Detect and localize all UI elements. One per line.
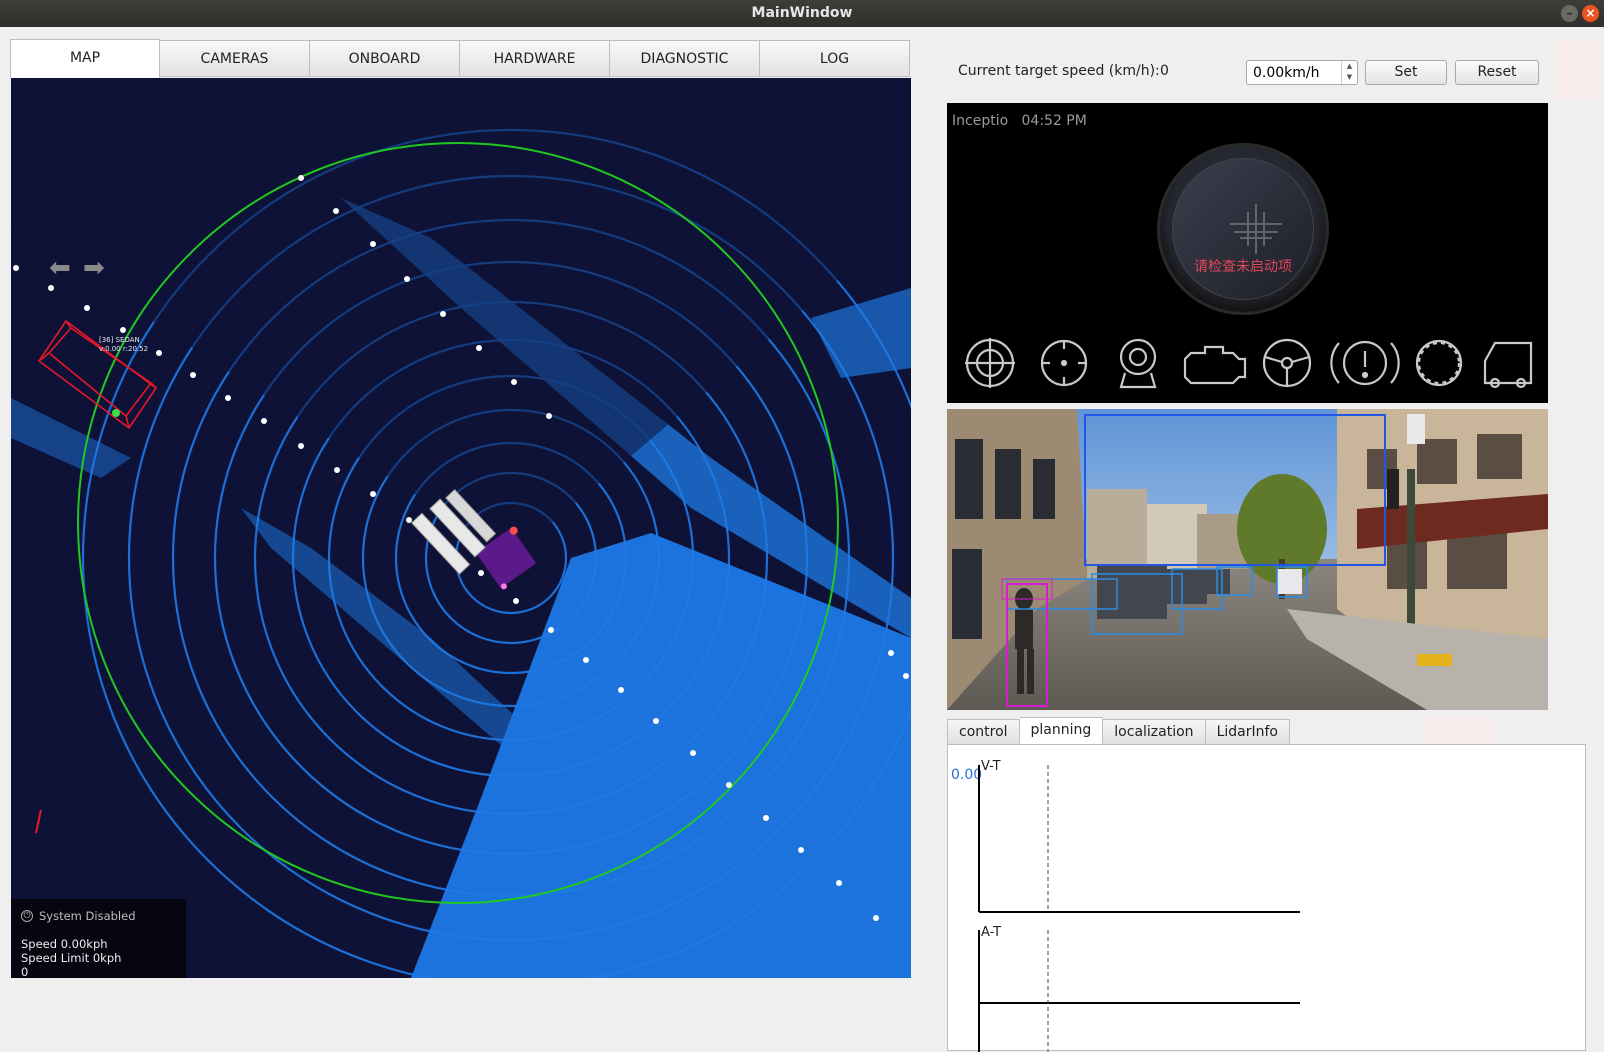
radar-icon: [965, 338, 1015, 388]
map-view[interactable]: ⬅ ➡ [36] SEDAN v:0.00 r:20.52 ⏻ System Di…: [11, 78, 911, 978]
main-tabs: MAP CAMERAS ONBOARD HARDWARE DIAGNOSTIC …: [10, 39, 910, 78]
engine-icon: [1183, 345, 1247, 385]
minimize-icon[interactable]: –: [1561, 5, 1578, 22]
indicator-icons: [965, 338, 1533, 389]
speed-readout: Speed 0.00kph: [21, 937, 108, 951]
sensor-glyph-icon: [1230, 204, 1282, 254]
brand-label: Inceptio: [952, 113, 1009, 129]
speed-limit-readout: Speed Limit 0kph: [21, 951, 122, 965]
tire-icon: [1415, 339, 1463, 387]
obstacle-label: [36] SEDAN v:0.00 r:20.52: [99, 336, 148, 354]
tab-lidarinfo[interactable]: LidarInfo: [1205, 719, 1290, 745]
planning-plot-axes: [978, 765, 1300, 1052]
obstacle-stats: v:0.00 r:20.52: [99, 345, 149, 353]
back-arrow-icon[interactable]: ⬅: [49, 253, 71, 283]
system-status: System Disabled: [39, 909, 136, 923]
speed-value: 0: [1160, 63, 1169, 79]
brake-warning-icon: [1330, 340, 1400, 386]
camera-image: [947, 409, 1548, 710]
power-icon: ⏻: [21, 910, 33, 922]
clock: 04:52 PM: [1021, 113, 1087, 129]
forward-arrow-icon[interactable]: ➡: [83, 253, 105, 283]
status-panel: ⏻ System Disabled Speed 0.00kph Speed Lim…: [11, 899, 186, 978]
steering-wheel-icon: [1262, 338, 1312, 388]
target-icon: [1040, 339, 1088, 387]
truck-icon: [1483, 341, 1533, 389]
lidar-map-canvas: [11, 78, 911, 978]
extra-readout: 0: [21, 965, 29, 978]
status-dial: 请检查未启动项: [1157, 143, 1329, 315]
spin-arrows-icon[interactable]: ▲ ▼: [1341, 61, 1357, 84]
tab-onboard[interactable]: ONBOARD: [310, 40, 460, 77]
dial-warning: 请检查未启动项: [1194, 259, 1292, 275]
obstacle-id: [36] SEDAN: [99, 336, 140, 344]
tab-localization[interactable]: localization: [1103, 719, 1206, 745]
edge-overlay: [1555, 40, 1600, 100]
speed-spinbox[interactable]: ▲▼: [1246, 60, 1358, 85]
set-button[interactable]: Set: [1365, 60, 1447, 85]
tab-diagnostic[interactable]: DIAGNOSTIC: [610, 40, 760, 77]
tab-control[interactable]: control: [947, 719, 1020, 745]
reset-button[interactable]: Reset: [1455, 60, 1539, 85]
edge-overlay-2: [1425, 717, 1495, 744]
planning-plot-panel: 0.00 V-T A-T: [947, 744, 1586, 1052]
tab-log[interactable]: LOG: [760, 40, 910, 77]
title-bar: MainWindow – ×: [0, 0, 1604, 27]
tab-planning[interactable]: planning: [1019, 717, 1104, 745]
speed-label: Current target speed (km/h):: [958, 63, 1160, 79]
tab-cameras[interactable]: CAMERAS: [160, 40, 310, 77]
camera-view: [947, 409, 1548, 710]
dashboard-panel: Inceptio 04:52 PM 请检查未启动项: [947, 103, 1548, 403]
speed-input[interactable]: [1247, 61, 1339, 84]
tab-map[interactable]: MAP: [10, 39, 160, 78]
window-title: MainWindow: [751, 5, 853, 21]
planning-tabs: control planning localization LidarInfo: [947, 717, 1290, 745]
camera-sensor-icon: [1119, 338, 1157, 389]
tab-hardware[interactable]: HARDWARE: [460, 40, 610, 77]
close-icon[interactable]: ×: [1582, 5, 1599, 22]
dashboard-header: Inceptio 04:52 PM: [952, 113, 1087, 129]
